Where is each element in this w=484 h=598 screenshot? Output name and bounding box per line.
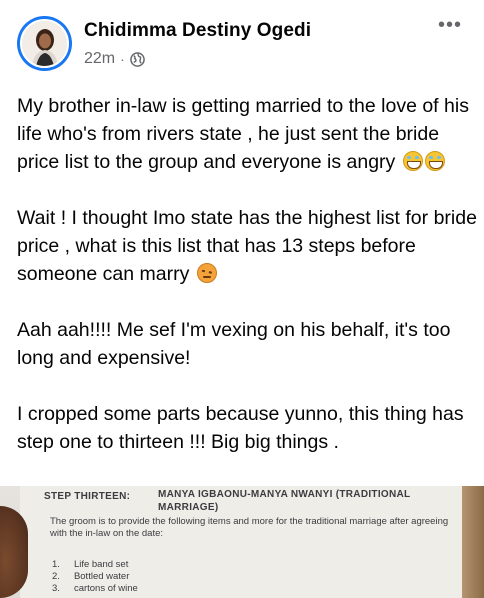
post-paragraph: Aah aah!!!! Me sef I'm vexing on his beh… bbox=[17, 316, 477, 372]
profile-photo-image bbox=[22, 21, 67, 66]
post-header: Chidimma Destiny Ogedi 22m · ••• bbox=[0, 0, 484, 80]
globe-icon[interactable] bbox=[129, 51, 145, 67]
doc-list-item: 1. Life band set bbox=[52, 559, 138, 571]
doc-step-title: MANYA IGBAONU-MANYA NWANYI (TRADITIONAL … bbox=[158, 489, 411, 513]
avatar[interactable] bbox=[17, 16, 72, 71]
post-time[interactable]: 22m bbox=[84, 50, 115, 68]
paragraph-text: Aah aah!!!! Me sef I'm vexing on his beh… bbox=[17, 319, 451, 369]
photo-background-edge bbox=[462, 486, 484, 598]
paragraph-text: I cropped some parts because yunno, this… bbox=[17, 403, 464, 453]
doc-item-number: 1. bbox=[52, 559, 60, 570]
author-name[interactable]: Chidimma Destiny Ogedi bbox=[84, 20, 311, 42]
post-meta: 22m · bbox=[84, 50, 145, 68]
doc-item-number: 2. bbox=[52, 571, 60, 582]
grinning-sweat-emoji-icon bbox=[424, 151, 445, 171]
post-paragraph: Wait ! I thought Imo state has the highe… bbox=[17, 204, 477, 288]
doc-item-text: Life band set bbox=[73, 559, 129, 570]
thumb bbox=[0, 506, 28, 598]
meta-separator: · bbox=[120, 51, 125, 67]
angry-face-emoji-icon bbox=[196, 263, 217, 283]
post-paragraph: I cropped some parts because yunno, this… bbox=[17, 400, 477, 456]
post-body: My brother in-law is getting married to … bbox=[17, 92, 477, 484]
grinning-sweat-emoji-icon bbox=[402, 151, 423, 171]
doc-item-number: 3. bbox=[52, 583, 60, 594]
doc-item-list: 1. Life band set 2. Bottled water 3. carton… bbox=[52, 559, 138, 595]
doc-list-item: 2. Bottled water bbox=[52, 571, 138, 583]
more-options-icon[interactable]: ••• bbox=[438, 14, 462, 37]
doc-list-item: 3. cartons of wine bbox=[52, 583, 138, 595]
paragraph-text: Wait ! I thought Imo state has the highe… bbox=[17, 207, 477, 285]
paragraph-text: My brother in-law is getting married to … bbox=[17, 95, 469, 173]
doc-paragraph: The groom is to provide the following it… bbox=[50, 516, 449, 539]
profile-photo bbox=[20, 19, 69, 68]
doc-item-text: cartons of wine bbox=[73, 583, 138, 594]
post-photo[interactable]: STEP THIRTEEN: MANYA IGBAONU-MANYA NWANY… bbox=[0, 486, 484, 598]
post-paragraph: My brother in-law is getting married to … bbox=[17, 92, 477, 176]
doc-item-text: Bottled water bbox=[73, 571, 130, 582]
doc-step-label: STEP THIRTEEN: bbox=[44, 491, 131, 502]
